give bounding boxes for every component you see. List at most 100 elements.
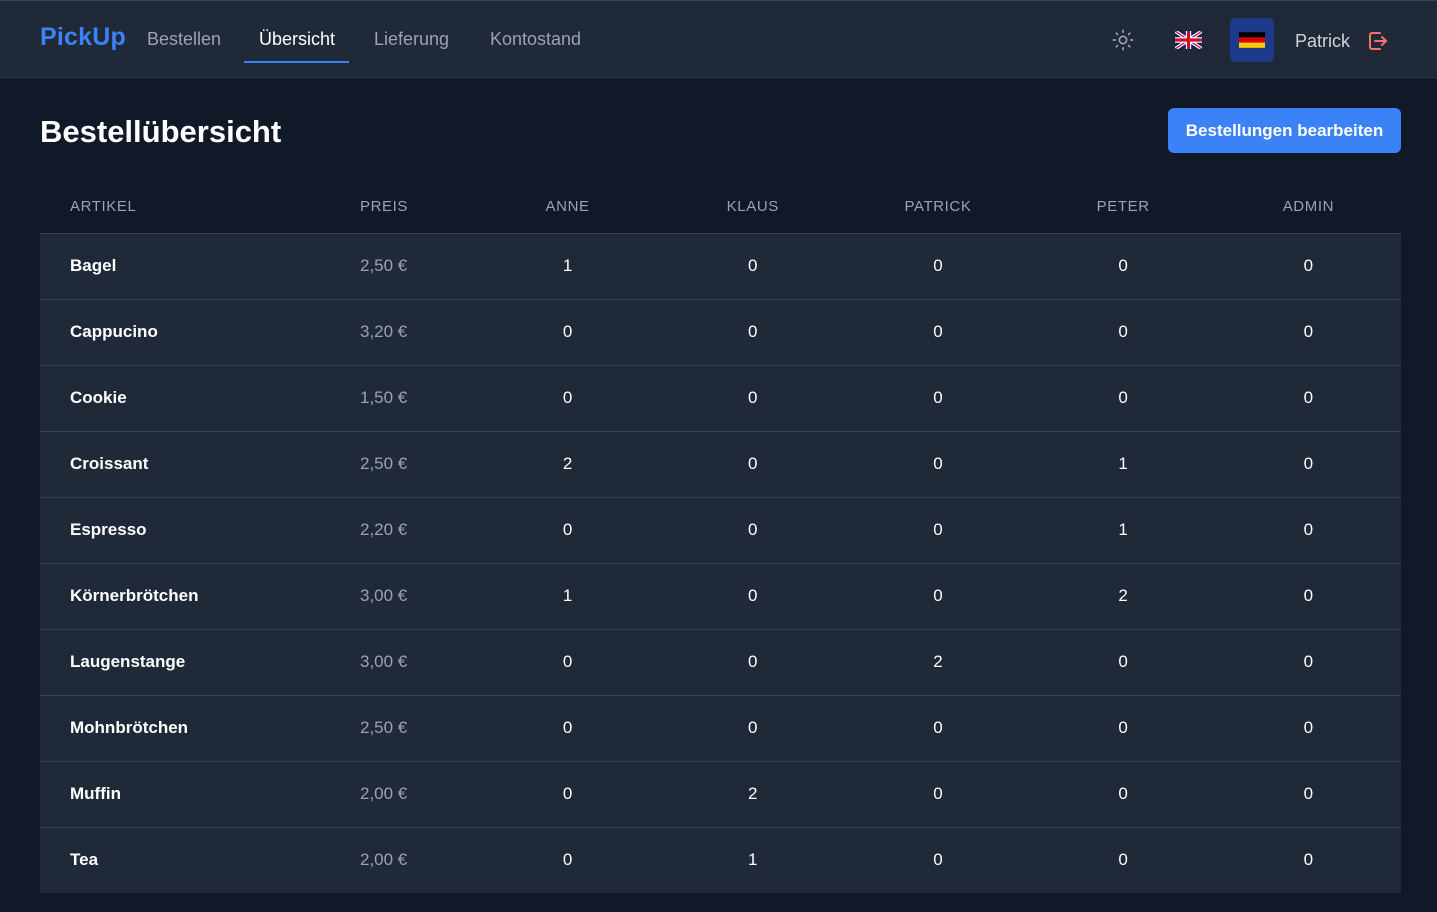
quantity-cell-peter: 2 — [1030, 563, 1216, 630]
quantity-cell-patrick: 0 — [845, 233, 1031, 300]
table-row: Laugenstange 3,00 €0 0 2 0 0 — [40, 629, 1401, 696]
quantity-cell-patrick: 0 — [845, 431, 1031, 498]
quantity-cell-klaus: 0 — [660, 365, 846, 432]
quantity-cell-patrick: 0 — [845, 497, 1031, 564]
quantity-cell-admin: 0 — [1215, 695, 1401, 762]
table-row: Muffin 2,00 €0 2 0 0 0 — [40, 761, 1401, 828]
quantity-cell-klaus: 0 — [660, 497, 846, 564]
item-name-cell: Cappucino — [40, 299, 330, 366]
column-header-anne: ANNE — [475, 180, 661, 234]
german-flag-icon — [1239, 32, 1265, 48]
quantity-cell-anne: 0 — [475, 365, 661, 432]
column-header-peter: PETER — [1030, 180, 1216, 234]
table-row: Croissant 2,50 €2 0 0 1 0 — [40, 431, 1401, 498]
table-row: Bagel 2,50 €1 0 0 0 0 — [40, 233, 1401, 300]
language-en-button[interactable] — [1166, 18, 1210, 62]
quantity-cell-admin: 0 — [1215, 497, 1401, 564]
quantity-cell-anne: 0 — [475, 827, 661, 893]
quantity-cell-patrick: 0 — [845, 365, 1031, 432]
quantity-cell-klaus: 0 — [660, 563, 846, 630]
quantity-cell-peter: 0 — [1030, 299, 1216, 366]
quantity-cell-klaus: 0 — [660, 431, 846, 498]
active-tab-indicator — [244, 61, 349, 63]
quantity-cell-peter: 1 — [1030, 431, 1216, 498]
item-price-cell: 3,20 € — [330, 299, 475, 366]
quantity-cell-admin: 0 — [1215, 365, 1401, 432]
quantity-cell-anne: 0 — [475, 629, 661, 696]
quantity-cell-anne: 0 — [475, 695, 661, 762]
item-price-cell: 2,50 € — [330, 431, 475, 498]
item-name-cell: Espresso — [40, 497, 330, 564]
quantity-cell-admin: 0 — [1215, 827, 1401, 893]
quantity-cell-klaus: 0 — [660, 233, 846, 300]
quantity-cell-patrick: 0 — [845, 695, 1031, 762]
user-name: Patrick — [1295, 31, 1351, 51]
quantity-cell-peter: 1 — [1030, 497, 1216, 564]
quantity-cell-klaus: 0 — [660, 629, 846, 696]
table-row: Cappucino 3,20 €0 0 0 0 0 — [40, 299, 1401, 366]
item-name-cell: Bagel — [40, 233, 330, 300]
table-header-row: ARTIKEL PREIS ANNE KLAUS PATRICK PETER A… — [40, 180, 1401, 234]
quantity-cell-patrick: 0 — [845, 299, 1031, 366]
quantity-cell-peter: 0 — [1030, 695, 1216, 762]
quantity-cell-peter: 0 — [1030, 761, 1216, 828]
quantity-cell-patrick: 0 — [845, 563, 1031, 630]
top-navbar: PickUp Bestellen Übersicht Lieferung Kon… — [0, 0, 1437, 78]
quantity-cell-anne: 1 — [475, 563, 661, 630]
brand-logo[interactable]: PickUp — [40, 23, 126, 52]
quantity-cell-klaus: 2 — [660, 761, 846, 828]
quantity-cell-admin: 0 — [1215, 299, 1401, 366]
quantity-cell-anne: 1 — [475, 233, 661, 300]
column-header-patrick: PATRICK — [845, 180, 1031, 234]
quantity-cell-anne: 0 — [475, 497, 661, 564]
quantity-cell-patrick: 0 — [845, 827, 1031, 893]
table-row: Cookie 1,50 €0 0 0 0 0 — [40, 365, 1401, 432]
item-price-cell: 1,50 € — [330, 365, 475, 432]
quantity-cell-admin: 0 — [1215, 431, 1401, 498]
quantity-cell-admin: 0 — [1215, 233, 1401, 300]
column-header-preis: PREIS — [330, 180, 475, 234]
uk-flag-icon — [1174, 31, 1202, 49]
item-name-cell: Tea — [40, 827, 330, 893]
table-row: Espresso 2,20 €0 0 0 1 0 — [40, 497, 1401, 564]
order-overview-table: ARTIKEL PREIS ANNE KLAUS PATRICK PETER A… — [40, 180, 1401, 893]
column-header-klaus: KLAUS — [660, 180, 846, 234]
item-price-cell: 2,00 € — [330, 827, 475, 893]
item-price-cell: 2,50 € — [330, 695, 475, 762]
quantity-cell-admin: 0 — [1215, 629, 1401, 696]
quantity-cell-klaus: 1 — [660, 827, 846, 893]
nav-link-lieferung[interactable]: Lieferung — [374, 29, 449, 50]
quantity-cell-peter: 0 — [1030, 629, 1216, 696]
item-name-cell: Cookie — [40, 365, 330, 432]
language-de-button[interactable] — [1230, 18, 1274, 62]
edit-orders-button[interactable]: Bestellungen bearbeiten — [1168, 108, 1401, 153]
logout-button[interactable] — [1364, 27, 1392, 55]
item-name-cell: Laugenstange — [40, 629, 330, 696]
quantity-cell-anne: 0 — [475, 299, 661, 366]
item-name-cell: Croissant — [40, 431, 330, 498]
column-header-artikel: ARTIKEL — [40, 180, 330, 234]
theme-toggle-button[interactable] — [1103, 20, 1143, 60]
nav-link-bestellen[interactable]: Bestellen — [147, 29, 221, 50]
nav-link-uebersicht[interactable]: Übersicht — [259, 29, 335, 50]
quantity-cell-patrick: 2 — [845, 629, 1031, 696]
quantity-cell-klaus: 0 — [660, 695, 846, 762]
quantity-cell-peter: 0 — [1030, 827, 1216, 893]
quantity-cell-peter: 0 — [1030, 365, 1216, 432]
item-name-cell: Mohnbrötchen — [40, 695, 330, 762]
quantity-cell-anne: 0 — [475, 761, 661, 828]
nav-link-kontostand[interactable]: Kontostand — [490, 29, 581, 50]
quantity-cell-anne: 2 — [475, 431, 661, 498]
item-name-cell: Körnerbrötchen — [40, 563, 330, 630]
quantity-cell-peter: 0 — [1030, 233, 1216, 300]
quantity-cell-klaus: 0 — [660, 299, 846, 366]
quantity-cell-admin: 0 — [1215, 761, 1401, 828]
item-price-cell: 2,50 € — [330, 233, 475, 300]
column-header-admin: ADMIN — [1215, 180, 1401, 234]
table-row: Tea 2,00 €0 1 0 0 0 — [40, 827, 1401, 893]
sun-icon — [1112, 29, 1134, 51]
item-price-cell: 2,20 € — [330, 497, 475, 564]
table-row: Mohnbrötchen 2,50 €0 0 0 0 0 — [40, 695, 1401, 762]
item-price-cell: 2,00 € — [330, 761, 475, 828]
item-price-cell: 3,00 € — [330, 563, 475, 630]
